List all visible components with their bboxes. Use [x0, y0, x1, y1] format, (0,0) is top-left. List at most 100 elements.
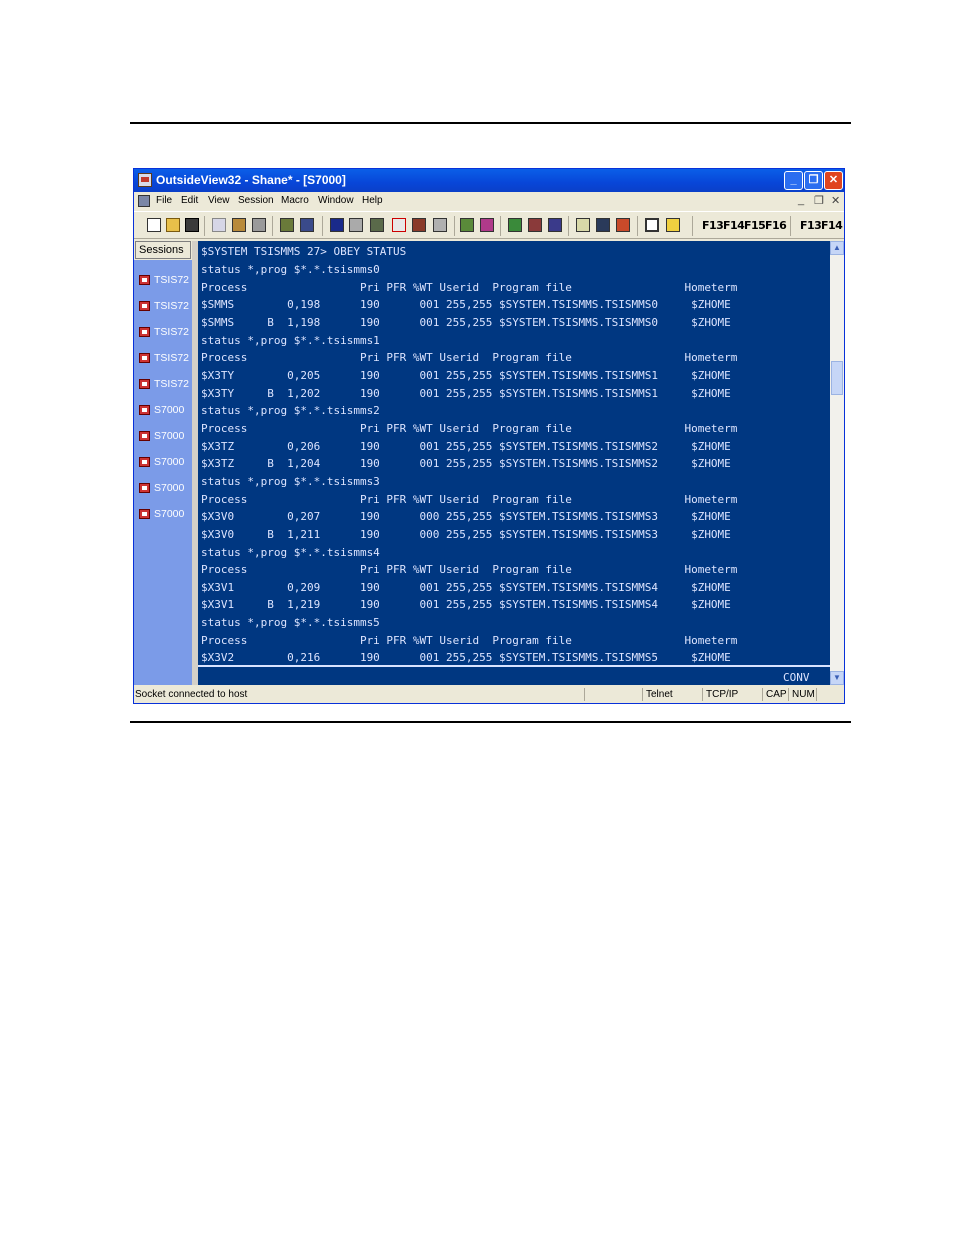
terminal-icon: [139, 275, 150, 286]
terminal-icon: [139, 327, 150, 338]
terminal-screen[interactable]: $SYSTEM TSISMMS 27> OBEY STATUS status *…: [198, 241, 830, 685]
caps-lock-indicator: CAP: [766, 689, 787, 700]
terminal-icon: [139, 405, 150, 416]
f15-button[interactable]: F15: [744, 219, 766, 232]
terminal-icon: [139, 483, 150, 494]
terminal-line: $SMMS 0,198 190 001 255,255 $SYSTEM.TSIS…: [201, 298, 731, 311]
paste-icon[interactable]: [232, 218, 246, 232]
minimize-button[interactable]: _: [784, 171, 803, 190]
status-divider: [788, 688, 789, 701]
tool-icon[interactable]: [460, 218, 474, 232]
terminal-line: $X3TZ B 1,204 190 001 255,255 $SYSTEM.TS…: [201, 457, 731, 470]
terminal-line: Process Pri PFR %WT Userid Program file …: [201, 281, 738, 294]
tool3-icon[interactable]: [508, 218, 522, 232]
book-icon[interactable]: [412, 218, 426, 232]
print-icon[interactable]: [252, 218, 266, 232]
terminal-line: $X3TZ 0,206 190 001 255,255 $SYSTEM.TSIS…: [201, 440, 731, 453]
tool5-icon[interactable]: [548, 218, 562, 232]
session-item[interactable]: S7000: [139, 404, 184, 418]
toolbar-separator: [204, 216, 205, 236]
scroll-down-button[interactable]: ▼: [830, 671, 844, 685]
sessions-panel: TSIS72 TSIS72 TSIS72 TSIS72 TSIS72 S7000…: [134, 260, 192, 685]
binary-transfer-icon[interactable]: [349, 218, 363, 232]
vertical-scrollbar[interactable]: ▲ ▼: [830, 241, 844, 685]
toolbar-separator: [692, 216, 693, 236]
printer-icon[interactable]: [433, 218, 447, 232]
f13-button[interactable]: F13: [702, 219, 724, 232]
terminal-line: status *,prog $*.*.tsismms3: [201, 475, 380, 488]
app-window: OutsideView32 - Shane* - [S7000] _ ❐ ✕ F…: [133, 168, 845, 704]
session-label: S7000: [154, 482, 185, 494]
scroll-thumb[interactable]: [831, 361, 843, 395]
mdi-close-button[interactable]: ✕: [831, 194, 840, 207]
num-lock-indicator: NUM: [792, 689, 815, 700]
f14-button[interactable]: F14: [723, 219, 745, 232]
settings-icon[interactable]: [280, 218, 294, 232]
title-bar[interactable]: OutsideView32 - Shane* - [S7000] _ ❐ ✕: [134, 169, 844, 192]
disk-icon[interactable]: [596, 218, 610, 232]
status-divider: [642, 688, 643, 701]
document-icon[interactable]: [138, 195, 150, 207]
maximize-button[interactable]: ❐: [804, 171, 823, 190]
menu-help[interactable]: Help: [362, 195, 383, 206]
session-label: TSIS72: [154, 300, 190, 312]
session-label: TSIS72: [154, 352, 190, 364]
terminal-line: status *,prog $*.*.tsismms1: [201, 334, 380, 347]
mdi-minimize-button[interactable]: _: [798, 194, 804, 206]
terminal-line: $X3V1 0,209 190 001 255,255 $SYSTEM.TSIS…: [201, 581, 731, 594]
session-item[interactable]: TSIS72: [139, 378, 189, 392]
tool2-icon[interactable]: [480, 218, 494, 232]
terminal-line: status *,prog $*.*.tsismms0: [201, 263, 380, 276]
session-label: S7000: [154, 404, 185, 416]
toolbar-separator: [272, 216, 273, 236]
terminal-line: Process Pri PFR %WT Userid Program file …: [201, 634, 738, 647]
session-item[interactable]: TSIS72: [139, 326, 189, 340]
session-label: S7000: [154, 456, 185, 468]
session-item[interactable]: TSIS72: [139, 352, 189, 366]
window-icon[interactable]: [645, 218, 659, 232]
tile-icon[interactable]: [616, 218, 630, 232]
terminal-icon: [139, 379, 150, 390]
chart-icon[interactable]: [576, 218, 590, 232]
binary-icon[interactable]: [300, 218, 314, 232]
close-button[interactable]: ✕: [824, 171, 843, 190]
session-item[interactable]: TSIS72: [139, 274, 189, 288]
toolbar-separator: [322, 216, 323, 236]
mdi-restore-button[interactable]: ❐: [814, 194, 824, 207]
screen-icon[interactable]: [330, 218, 344, 232]
menu-session[interactable]: Session: [238, 195, 274, 206]
open-icon[interactable]: [166, 218, 180, 232]
toolbar-separator: [637, 216, 638, 236]
terminal-line: $SMMS B 1,198 190 001 255,255 $SYSTEM.TS…: [201, 316, 731, 329]
sessions-header[interactable]: Sessions: [135, 241, 191, 259]
menu-window[interactable]: Window: [318, 195, 354, 206]
app-icon[interactable]: [138, 173, 152, 187]
oia-separator: [198, 665, 830, 667]
copy-icon[interactable]: [212, 218, 226, 232]
terminal-line: Process Pri PFR %WT Userid Program file …: [201, 351, 738, 364]
session-item[interactable]: TSIS72: [139, 300, 189, 314]
tool4-icon[interactable]: [528, 218, 542, 232]
f14-button-2[interactable]: F14: [821, 219, 843, 232]
session-item[interactable]: S7000: [139, 508, 184, 522]
f16-button[interactable]: F16: [765, 219, 787, 232]
scroll-up-button[interactable]: ▲: [830, 241, 844, 255]
binary-file-icon[interactable]: [370, 218, 384, 232]
terminal-line: status *,prog $*.*.tsismms5: [201, 616, 380, 629]
terminal-line: $X3V1 B 1,219 190 001 255,255 $SYSTEM.TS…: [201, 598, 731, 611]
session-item[interactable]: S7000: [139, 482, 184, 496]
top-rule: [130, 122, 851, 124]
menu-file[interactable]: File: [156, 195, 172, 206]
menu-edit[interactable]: Edit: [181, 195, 198, 206]
terminal-line: $X3V0 B 1,211 190 000 255,255 $SYSTEM.TS…: [201, 528, 731, 541]
function-icon[interactable]: [392, 218, 406, 232]
new-icon[interactable]: [147, 218, 161, 232]
menu-view[interactable]: View: [208, 195, 230, 206]
session-label: S7000: [154, 430, 185, 442]
f13-button-2[interactable]: F13: [800, 219, 822, 232]
save-icon[interactable]: [185, 218, 199, 232]
session-item[interactable]: S7000: [139, 456, 184, 470]
session-item[interactable]: S7000: [139, 430, 184, 444]
menu-macro[interactable]: Macro: [281, 195, 309, 206]
help-icon[interactable]: [666, 218, 680, 232]
